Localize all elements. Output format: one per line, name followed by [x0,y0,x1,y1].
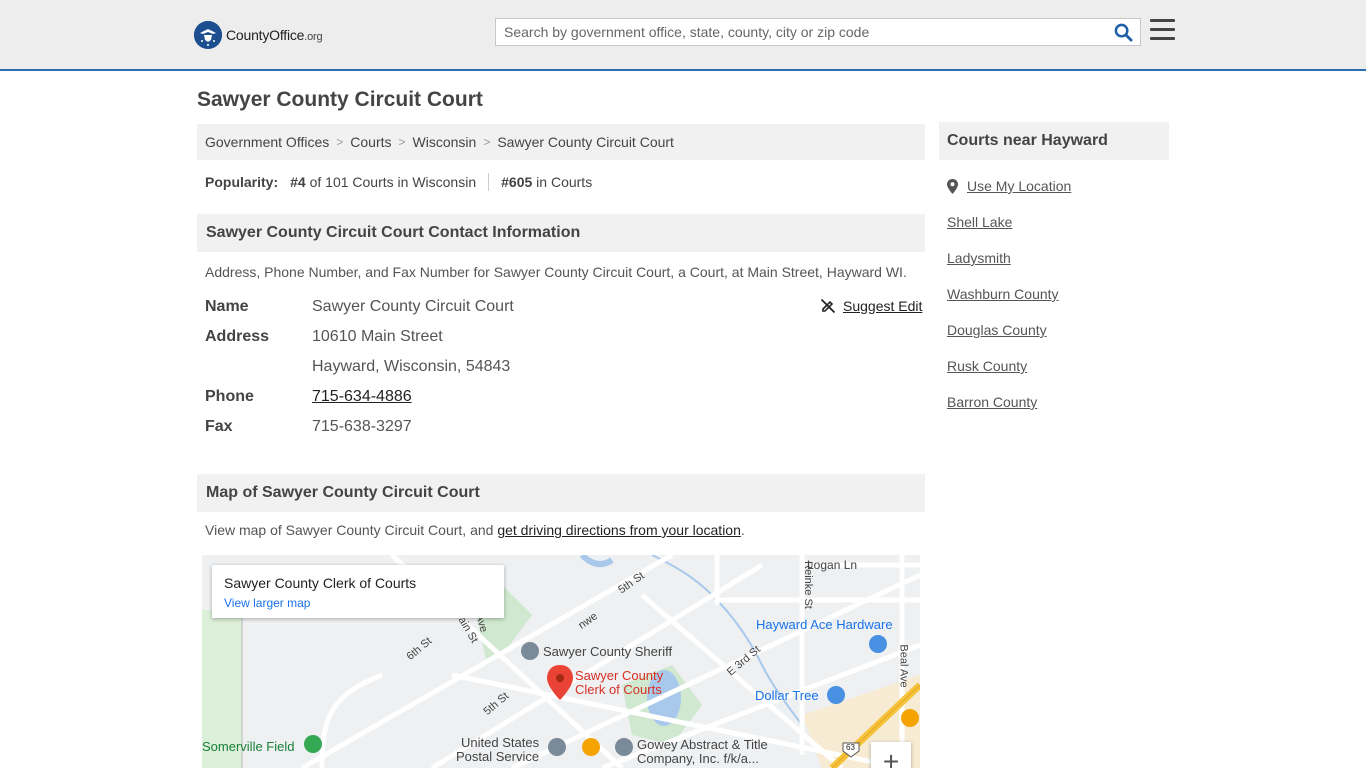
map-card-title: Sawyer County Clerk of Courts [224,575,417,591]
search-button[interactable] [1106,19,1140,45]
sidebar-item-shell-lake[interactable]: Shell Lake [947,214,1012,230]
breadcrumb-separator: > [336,135,344,149]
divider [488,173,490,191]
suggest-edit-label: Suggest Edit [843,298,923,314]
address-label: Address [205,328,270,345]
state-rank: #4 [290,174,306,190]
name-label: Name [205,298,249,315]
name-value: Sawyer County Circuit Court [312,298,514,315]
state-rank-text: of 101 Courts in Wisconsin [309,174,477,190]
view-larger-map-link[interactable]: View larger map [224,596,492,610]
breadcrumb-separator: > [483,135,491,149]
sidebar-item-barron-county[interactable]: Barron County [947,394,1037,410]
map-label-gowey: Gowey Abstract & Title Company, Inc. f/k/… [637,737,768,766]
map-label-sheriff: Sawyer County Sheriff [543,644,673,659]
map-label-logan-ln: Logan Ln [807,558,858,572]
national-rank-text: in Courts [536,174,593,190]
popularity-label: Popularity: [205,174,279,190]
search-input[interactable] [496,19,1106,45]
driving-directions-link[interactable]: get driving directions from your locatio… [497,522,741,538]
logo-seal-icon [194,21,222,49]
fax-value: 715-638-3297 [312,418,412,435]
map-pin-icon [947,178,958,194]
fax-label: Fax [205,418,233,435]
map-info-card: Sawyer County Clerk of Courts View large… [212,565,504,618]
sidebar-item-ladysmith[interactable]: Ladysmith [947,250,1011,266]
map-label-clerk: Sawyer County Clerk of Courts [575,668,664,697]
map-label-reinke-st: Reinke St [801,561,814,609]
hamburger-menu-icon[interactable] [1150,19,1175,43]
breadcrumb-courts[interactable]: Courts [350,134,391,150]
sidebar-item-rusk-county[interactable]: Rusk County [947,358,1027,374]
map-label-ace-hardware: Hayward Ace Hardware [756,617,893,632]
sidebar-item-douglas-county[interactable]: Douglas County [947,322,1047,338]
map-label-hwy-63: 63 [846,743,855,752]
phone-label: Phone [205,388,254,405]
breadcrumb-wisconsin[interactable]: Wisconsin [413,134,477,150]
breadcrumb: Government Offices > Courts > Wisconsin … [197,124,925,160]
map-label-beal-ave: Beal Ave [897,644,910,688]
suggest-edit-link[interactable]: Suggest Edit [820,298,922,314]
top-header: CountyOffice.org [0,0,1366,71]
edit-off-icon [820,298,836,314]
map-heading: Map of Sawyer County Circuit Court [197,474,925,512]
breadcrumb-government-offices[interactable]: Government Offices [205,134,329,150]
national-rank: #605 [501,174,533,190]
page-title: Sawyer County Circuit Court [197,88,483,111]
address-line-2: Hayward, Wisconsin, 54843 [312,358,511,375]
map-label-usps: United States Postal Service [456,735,540,764]
map-description: View map of Sawyer County Circuit Court,… [205,522,745,538]
logo-wordmark: CountyOffice.org [226,27,323,43]
map-label-somerville: Somerville Field [202,739,295,754]
breadcrumb-current[interactable]: Sawyer County Circuit Court [497,134,674,150]
sidebar-item-washburn-county[interactable]: Washburn County [947,286,1059,302]
contact-description: Address, Phone Number, and Fax Number fo… [205,264,907,280]
phone-link[interactable]: 715-634-4886 [312,388,412,405]
popularity-stats: Popularity: #4 of 101 Courts in Wisconsi… [205,173,592,191]
use-my-location-link[interactable]: Use My Location [947,178,1071,194]
zoom-in-button[interactable]: + [871,742,911,768]
search-bar [495,18,1141,46]
breadcrumb-separator: > [398,135,406,149]
map-label-dollar-tree: Dollar Tree [755,688,819,703]
address-line-1: 10610 Main Street [312,328,443,345]
site-logo[interactable]: CountyOffice.org [194,20,323,50]
contact-heading: Sawyer County Circuit Court Contact Info… [197,214,925,252]
search-icon [1114,23,1133,42]
embedded-map[interactable]: Logan Ln Reinke St 5th St nwe Main St Av… [202,555,920,768]
sidebar-heading: Courts near Hayward [939,122,1169,160]
